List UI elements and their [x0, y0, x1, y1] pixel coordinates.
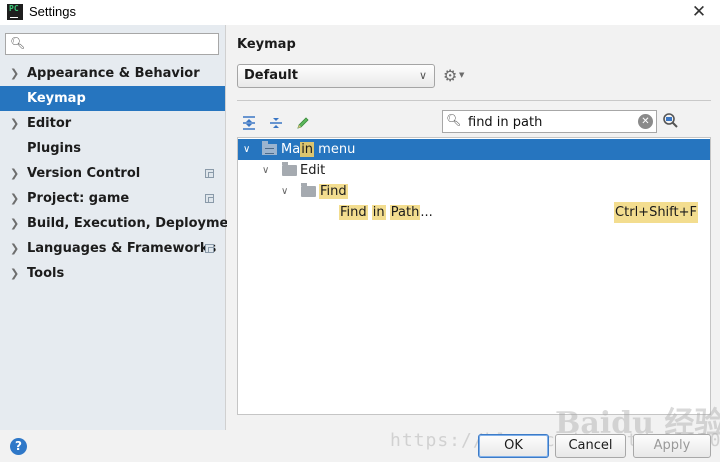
keymap-panel: Keymap Default ∨ ⚙ ▼ 🔍︎ ✕ ∨ Main menu ∨ … — [227, 25, 720, 430]
search-highlight: Path — [389, 205, 421, 220]
chevron-right-icon[interactable]: ❯ — [10, 61, 19, 86]
sidebar-item-build-execution-deployment[interactable]: ❯ Build, Execution, Deployment — [0, 211, 244, 236]
keymap-select-value: Default — [244, 68, 298, 83]
search-highlight: in — [371, 205, 386, 220]
sidebar-item-languages-frameworks[interactable]: ❯ Languages & Frameworks — [0, 236, 225, 261]
tree-row-find-in-path[interactable]: Find in Path... Ctrl+Shift+F — [238, 202, 710, 223]
collapse-all-icon[interactable] — [268, 115, 284, 131]
sidebar-item-label: Keymap — [27, 91, 86, 106]
sidebar-item-label: Languages & Frameworks — [27, 241, 217, 256]
keymap-tree: ∨ Main menu ∨ Edit ∨ Find Find in Path..… — [237, 137, 711, 415]
sidebar-item-editor[interactable]: ❯ Editor — [0, 111, 225, 136]
project-level-icon — [205, 244, 214, 253]
folder-icon — [282, 162, 297, 176]
shortcut-label: Ctrl+Shift+F — [614, 202, 698, 223]
sidebar-item-label: Tools — [27, 266, 65, 281]
sidebar-item-plugins[interactable]: Plugins — [0, 136, 225, 161]
chevron-right-icon[interactable]: ❯ — [10, 186, 19, 211]
tree-label: Find in Path... — [339, 205, 433, 220]
chevron-down-icon[interactable]: ∨ — [243, 139, 250, 160]
help-icon[interactable]: ? — [10, 438, 27, 455]
cancel-button[interactable]: Cancel — [555, 434, 626, 458]
chevron-right-icon[interactable]: ❯ — [10, 161, 19, 186]
apply-button[interactable]: Apply — [633, 434, 711, 458]
sidebar-list: ❯ Appearance & Behavior Keymap ❯ Editor Plugi… — [0, 61, 244, 286]
sidebar-item-version-control[interactable]: ❯ Version Control — [0, 161, 225, 186]
folder-icon — [301, 183, 316, 197]
tree-row-main-menu[interactable]: ∨ Main menu — [238, 139, 710, 160]
pycharm-app-icon: PC — [7, 4, 23, 20]
chevron-right-icon[interactable]: ❯ — [10, 261, 19, 286]
page-title: Keymap — [237, 37, 296, 52]
keymap-select[interactable]: Default ∨ — [237, 64, 435, 88]
chevron-right-icon[interactable]: ❯ — [10, 111, 19, 136]
sidebar-item-tools[interactable]: ❯ Tools — [0, 261, 225, 286]
edit-pencil-icon[interactable] — [295, 115, 311, 131]
expand-all-icon[interactable] — [241, 115, 257, 131]
sidebar-item-label: Plugins — [27, 141, 81, 156]
window-title: Settings — [29, 4, 76, 19]
search-icon: 🔍︎ — [10, 36, 26, 50]
sidebar-search-field[interactable]: 🔍︎ — [5, 33, 219, 55]
project-level-icon — [205, 194, 214, 203]
menu-folder-icon — [262, 141, 277, 155]
search-highlight: in — [300, 142, 315, 157]
clear-search-icon[interactable]: ✕ — [638, 114, 653, 129]
tree-row-find[interactable]: ∨ Find — [238, 181, 710, 202]
keymap-search-box[interactable]: 🔍︎ ✕ — [442, 110, 657, 133]
ok-button[interactable]: OK — [478, 434, 549, 458]
sidebar-item-label: Editor — [27, 116, 72, 131]
find-action-by-shortcut-icon[interactable] — [661, 112, 679, 130]
sidebar-item-label: Build, Execution, Deployment — [27, 216, 244, 231]
tree-label: Main menu — [281, 142, 356, 157]
sidebar-item-project-game[interactable]: ❯ Project: game — [0, 186, 225, 211]
search-highlight: Find — [339, 205, 368, 220]
chevron-right-icon[interactable]: ❯ — [10, 236, 19, 261]
close-icon[interactable]: ✕ — [688, 1, 710, 23]
tree-row-edit[interactable]: ∨ Edit — [238, 160, 710, 181]
sidebar-item-appearance-behavior[interactable]: ❯ Appearance & Behavior — [0, 61, 225, 86]
sidebar-item-keymap[interactable]: Keymap — [0, 86, 225, 111]
sidebar-item-label: Appearance & Behavior — [27, 66, 200, 81]
title-bar: PC Settings ✕ — [0, 0, 720, 25]
chevron-right-icon[interactable]: ❯ — [10, 211, 19, 236]
sidebar-item-label: Version Control — [27, 166, 141, 181]
tree-label: Edit — [300, 163, 326, 178]
caret-down-icon[interactable]: ▼ — [459, 71, 464, 79]
search-highlight: Find — [319, 184, 348, 199]
gear-icon[interactable]: ⚙ — [443, 66, 457, 85]
chevron-down-icon[interactable]: ∨ — [262, 160, 269, 181]
settings-sidebar: 🔍︎ ❯ Appearance & Behavior Keymap ❯ Editor Pl… — [0, 25, 244, 430]
chevron-down-icon[interactable]: ∨ — [281, 181, 288, 202]
divider — [237, 100, 711, 101]
project-level-icon — [205, 169, 214, 178]
keymap-search-input[interactable] — [468, 114, 633, 130]
sidebar-item-label: Project: game — [27, 191, 130, 206]
chevron-down-icon: ∨ — [418, 69, 427, 82]
search-icon: 🔍︎ — [446, 113, 462, 127]
tree-label: Find — [319, 181, 348, 202]
